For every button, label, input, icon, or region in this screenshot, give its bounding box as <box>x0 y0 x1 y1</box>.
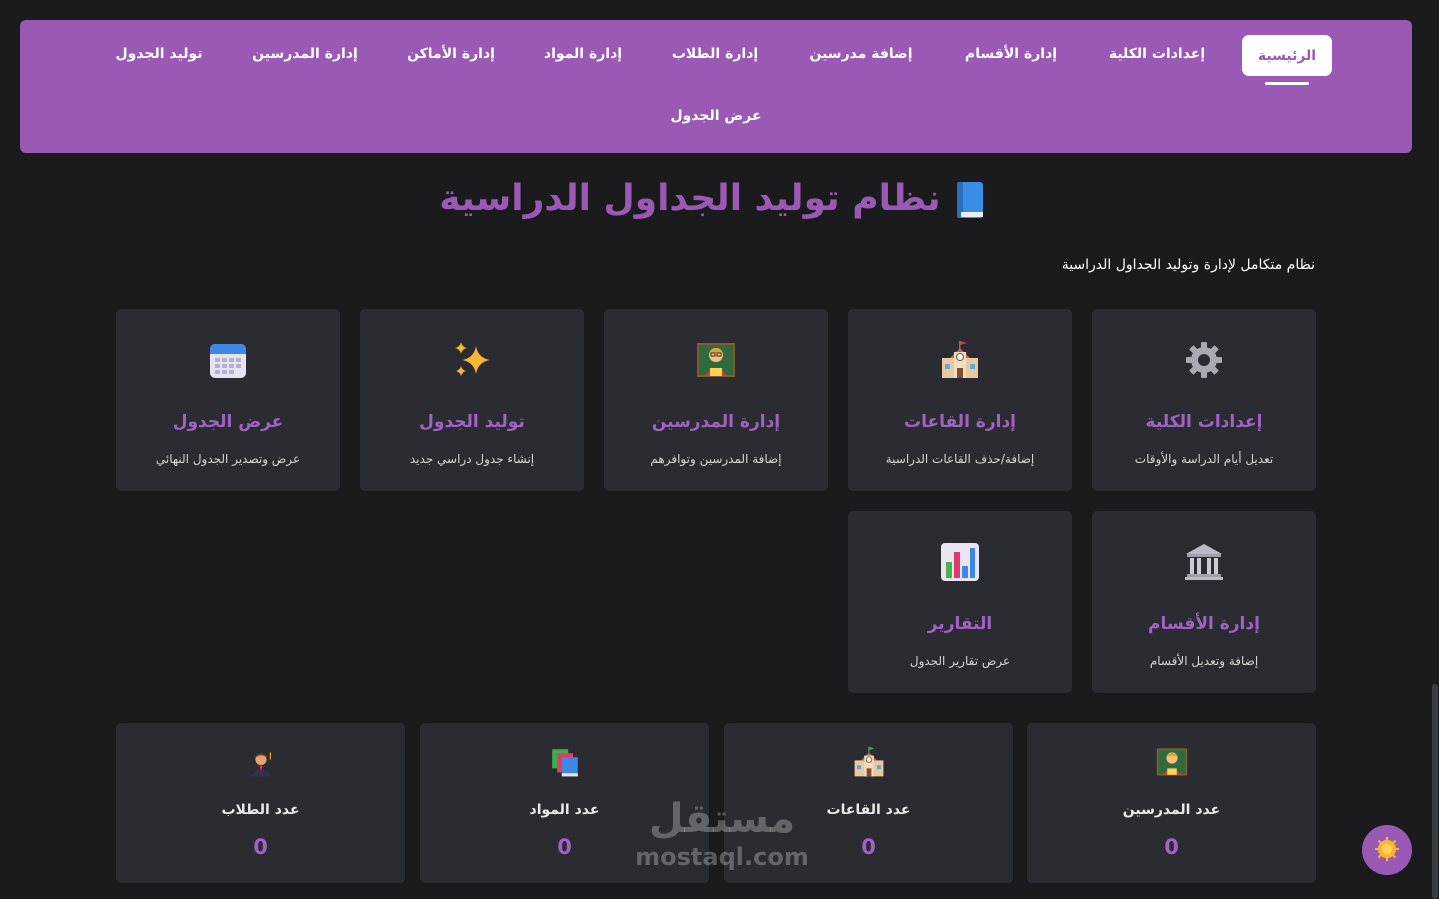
nav-active-indicator <box>1265 82 1309 85</box>
card-generate-schedule[interactable]: توليد الجدول إنشاء جدول دراسي جديد <box>360 309 584 491</box>
nav-teachers[interactable]: إدارة المدرسين <box>252 46 358 62</box>
card-title: إدارة الأقسام <box>1148 614 1260 634</box>
classical-building-icon <box>1184 542 1224 582</box>
nav-places[interactable]: إدارة الأماكن <box>407 46 495 62</box>
stat-label: عدد المواد <box>529 802 600 818</box>
bar-chart-icon <box>940 542 980 582</box>
card-halls[interactable]: إدارة القاعات إضافة/حذف القاعات الدراسية <box>848 309 1072 491</box>
teacher-icon <box>1156 745 1188 779</box>
card-title: التقارير <box>927 614 993 634</box>
stat-students: عدد الطلاب 0 <box>116 723 405 883</box>
card-title: إدارة القاعات <box>903 412 1017 432</box>
scrollbar-thumb[interactable] <box>1432 684 1438 899</box>
top-navbar: الرئيسية إعدادات الكلية إدارة الأقسام إض… <box>20 20 1412 153</box>
school-icon <box>853 745 885 779</box>
gear-icon <box>1184 340 1224 380</box>
card-desc: عرض تقارير الجدول <box>909 654 1011 668</box>
stat-value: 0 <box>557 835 572 859</box>
sparkles-icon <box>452 340 492 380</box>
stat-value: 0 <box>861 835 876 859</box>
school-icon <box>940 340 980 380</box>
stat-label: عدد الطلاب <box>221 802 300 818</box>
card-desc: إنشاء جدول دراسي جديد <box>409 452 535 466</box>
card-desc: إضافة المدرسين وتوافرهم <box>650 452 782 466</box>
stat-subjects: عدد المواد 0 <box>420 723 709 883</box>
nav-view-schedule[interactable]: عرض الجدول <box>670 108 761 124</box>
page-title: نظام توليد الجداول الدراسية <box>0 178 1424 219</box>
card-title: إعدادات الكلية <box>1145 412 1263 432</box>
stat-value: 0 <box>1164 835 1179 859</box>
card-title: توليد الجدول <box>419 412 525 432</box>
card-reports[interactable]: التقارير عرض تقارير الجدول <box>848 511 1072 693</box>
nav-students[interactable]: إدارة الطلاب <box>672 46 758 62</box>
stat-label: عدد المدرسين <box>1122 802 1221 818</box>
card-view-schedule[interactable]: عرض الجدول عرض وتصدير الجدول النهائي <box>116 309 340 491</box>
card-desc: تعديل أيام الدراسة والأوقات <box>1134 452 1274 466</box>
stat-teachers: عدد المدرسين 0 <box>1027 723 1316 883</box>
nav-generate-schedule[interactable]: توليد الجدول <box>115 46 202 62</box>
card-title: عرض الجدول <box>172 412 284 432</box>
nav-departments[interactable]: إدارة الأقسام <box>965 46 1057 62</box>
card-title: إدارة المدرسين <box>651 412 781 432</box>
card-teachers[interactable]: إدارة المدرسين إضافة المدرسين وتوافرهم <box>604 309 828 491</box>
card-desc: إضافة/حذف القاعات الدراسية <box>885 452 1035 466</box>
card-desc: إضافة وتعديل الأقسام <box>1149 654 1259 668</box>
stat-label: عدد القاعات <box>826 802 911 818</box>
books-icon <box>549 745 581 779</box>
calendar-icon <box>208 340 248 380</box>
blue-book-icon <box>955 181 985 219</box>
card-college-settings[interactable]: إعدادات الكلية تعديل أيام الدراسة والأوق… <box>1092 309 1316 491</box>
teacher-icon <box>696 340 736 380</box>
sparkle-badge-icon <box>1374 836 1400 865</box>
floating-chat-button[interactable] <box>1362 825 1412 875</box>
page-subtitle: نظام متكامل لإدارة وتوليد الجداول الدراس… <box>1061 257 1315 273</box>
nav-subjects[interactable]: إدارة المواد <box>544 46 622 62</box>
nav-add-teachers[interactable]: إضافة مدرسين <box>809 46 912 62</box>
stat-value: 0 <box>253 835 268 859</box>
card-desc: عرض وتصدير الجدول النهائي <box>155 452 301 466</box>
card-departments[interactable]: إدارة الأقسام إضافة وتعديل الأقسام <box>1092 511 1316 693</box>
nav-college-settings[interactable]: إعدادات الكلية <box>1109 46 1205 62</box>
stat-halls: عدد القاعات 0 <box>724 723 1013 883</box>
nav-home[interactable]: الرئيسية <box>1242 35 1332 76</box>
student-icon <box>245 745 277 779</box>
